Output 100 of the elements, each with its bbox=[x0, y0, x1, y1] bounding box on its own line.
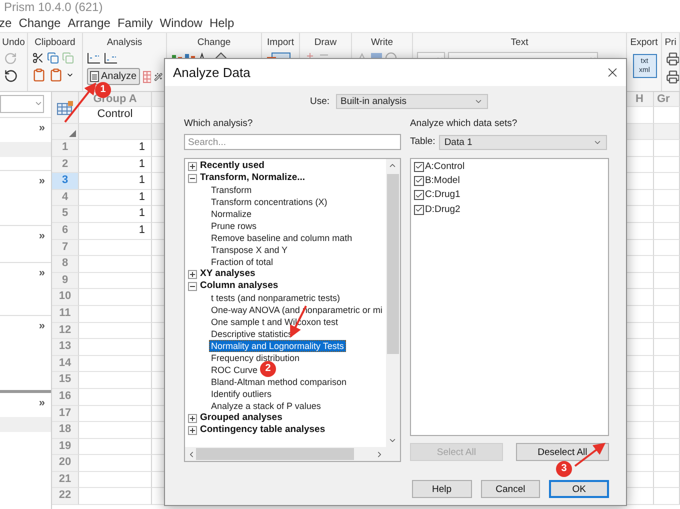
clipboard-icon[interactable] bbox=[32, 68, 46, 82]
table-cell[interactable] bbox=[654, 272, 680, 290]
scissors-icon[interactable] bbox=[32, 52, 44, 64]
copy-icon[interactable] bbox=[62, 52, 74, 64]
table-cell[interactable] bbox=[79, 306, 152, 323]
vertical-scrollbar[interactable] bbox=[386, 159, 400, 447]
table-cell[interactable] bbox=[79, 289, 152, 306]
tree-item[interactable]: Identify outliers bbox=[209, 388, 274, 400]
chart-icon[interactable] bbox=[87, 52, 101, 64]
table-icon[interactable] bbox=[57, 100, 73, 114]
table-cell[interactable] bbox=[654, 406, 680, 422]
expand-chevron[interactable]: » bbox=[38, 230, 45, 242]
copy-icon[interactable] bbox=[47, 52, 59, 64]
table-cell[interactable] bbox=[626, 322, 654, 340]
table-cell[interactable] bbox=[654, 422, 680, 439]
tree-item[interactable]: Transform bbox=[209, 184, 254, 196]
table-cell[interactable]: 1 bbox=[79, 222, 152, 240]
table-cell[interactable] bbox=[79, 388, 152, 406]
expand-icon[interactable] bbox=[188, 162, 197, 170]
collapse-icon[interactable] bbox=[188, 174, 197, 182]
tree-item[interactable]: Fraction of total bbox=[209, 256, 276, 268]
table-cell[interactable] bbox=[654, 140, 680, 157]
table-cell[interactable] bbox=[626, 173, 654, 190]
printer-icon[interactable] bbox=[666, 52, 679, 66]
table-cell[interactable] bbox=[654, 322, 680, 340]
column-subtitle[interactable]: Control bbox=[79, 107, 152, 124]
table-cell[interactable] bbox=[79, 322, 152, 340]
tree-item[interactable]: Transform concentrations (X) bbox=[209, 196, 330, 208]
table-cell[interactable] bbox=[654, 339, 680, 356]
table-cell[interactable] bbox=[654, 438, 680, 456]
cancel-button[interactable]: Cancel bbox=[480, 480, 540, 498]
table-cell[interactable] bbox=[79, 422, 152, 439]
table-cell[interactable] bbox=[654, 488, 680, 506]
chart-icon[interactable] bbox=[104, 52, 118, 64]
tree-item[interactable]: Transpose X and Y bbox=[209, 244, 290, 256]
table-cell[interactable] bbox=[626, 388, 654, 406]
table-cell[interactable] bbox=[626, 222, 654, 240]
table-cell[interactable] bbox=[626, 289, 654, 306]
magic-wand-icon[interactable] bbox=[154, 70, 163, 82]
table-cell[interactable] bbox=[79, 240, 152, 256]
table-cell[interactable] bbox=[79, 472, 152, 488]
table-cell[interactable] bbox=[626, 272, 654, 290]
table-cell[interactable] bbox=[79, 455, 152, 472]
tree-item[interactable]: Remove baseline and column math bbox=[209, 232, 354, 244]
table-cell[interactable] bbox=[654, 156, 680, 174]
tree-category[interactable]: Grouped analyses bbox=[200, 412, 282, 424]
table-cell[interactable] bbox=[654, 222, 680, 240]
table-cell[interactable] bbox=[654, 306, 680, 323]
scroll-down-icon[interactable] bbox=[388, 436, 398, 445]
tree-category[interactable]: Transform, Normalize... bbox=[200, 172, 306, 184]
tree-category[interactable]: Contingency table analyses bbox=[200, 424, 326, 436]
collapse-icon[interactable] bbox=[188, 282, 197, 290]
table-cell[interactable] bbox=[626, 306, 654, 323]
expand-chevron[interactable]: » bbox=[38, 266, 45, 279]
menu-item[interactable]: Family bbox=[117, 15, 153, 32]
table-cell[interactable]: 1 bbox=[79, 206, 152, 223]
clipboard-icon[interactable] bbox=[49, 68, 63, 82]
menu-item[interactable]: Arrange bbox=[68, 15, 110, 32]
menu-item[interactable]: Help bbox=[209, 15, 234, 32]
table-cell[interactable] bbox=[79, 406, 152, 422]
table-cell[interactable] bbox=[626, 156, 654, 174]
table-cell[interactable] bbox=[626, 206, 654, 223]
tree-item[interactable]: Analyze a stack of P values bbox=[209, 400, 323, 412]
scroll-up-icon[interactable] bbox=[388, 161, 398, 170]
table-cell[interactable]: 1 bbox=[79, 173, 152, 190]
tree-item[interactable]: Prune rows bbox=[209, 220, 259, 232]
table-cell[interactable] bbox=[79, 339, 152, 356]
table-cell[interactable] bbox=[79, 438, 152, 456]
table-cell[interactable] bbox=[626, 356, 654, 372]
table-cell[interactable] bbox=[654, 173, 680, 190]
table-cell[interactable]: 1 bbox=[79, 140, 152, 157]
tree-item[interactable]: Normality and Lognormality Tests bbox=[209, 340, 346, 352]
expand-chevron[interactable]: » bbox=[38, 396, 45, 409]
expand-chevron[interactable]: » bbox=[38, 175, 45, 188]
tree-item[interactable]: Bland-Altman method comparison bbox=[209, 376, 349, 388]
table-cell[interactable]: 1 bbox=[79, 156, 152, 174]
checkbox[interactable] bbox=[414, 162, 424, 172]
expand-chevron[interactable]: » bbox=[38, 122, 45, 134]
table-cell[interactable] bbox=[626, 190, 654, 206]
table-cell[interactable] bbox=[626, 406, 654, 422]
table-cell[interactable] bbox=[654, 388, 680, 406]
tree-item[interactable]: ROC Curve bbox=[209, 364, 260, 376]
table-cell[interactable] bbox=[626, 256, 654, 273]
expand-icon[interactable] bbox=[188, 426, 197, 434]
redo-icon[interactable] bbox=[4, 52, 17, 65]
table-cell[interactable] bbox=[626, 124, 654, 140]
checkbox[interactable] bbox=[414, 190, 424, 200]
table-cell[interactable] bbox=[79, 124, 152, 140]
table-cell[interactable] bbox=[654, 206, 680, 223]
expand-icon[interactable] bbox=[188, 270, 197, 278]
table-cell[interactable] bbox=[626, 455, 654, 472]
table-cell[interactable] bbox=[626, 438, 654, 456]
table-cell[interactable] bbox=[626, 140, 654, 157]
caret-icon[interactable] bbox=[66, 71, 74, 79]
tree-item[interactable]: Normalize bbox=[209, 208, 254, 220]
scroll-left-icon[interactable] bbox=[187, 450, 196, 458]
table-cell[interactable] bbox=[626, 107, 654, 124]
printer-icon[interactable] bbox=[666, 70, 679, 84]
horizontal-scrollbar[interactable] bbox=[185, 447, 386, 461]
table-cell[interactable] bbox=[654, 472, 680, 488]
